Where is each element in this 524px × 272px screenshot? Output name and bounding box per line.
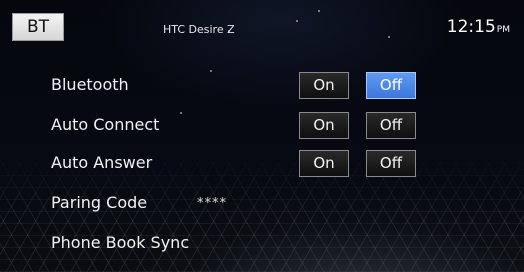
auto-answer-label: Auto Answer [51,153,153,172]
bt-tab[interactable]: BT [12,13,64,41]
phone-book-sync-item[interactable]: Phone Book Sync [51,233,189,252]
auto-answer-on-button[interactable]: On [299,150,349,177]
star-decoration [210,70,212,72]
auto-connect-on-button[interactable]: On [299,112,349,139]
star-decoration [180,112,182,114]
bluetooth-off-button[interactable]: Off [366,72,416,99]
bluetooth-on-button[interactable]: On [299,72,349,99]
bluetooth-label: Bluetooth [51,75,129,94]
pairing-code-value: **** [197,196,227,211]
clock-ampm: PM [496,25,510,35]
auto-connect-off-button[interactable]: Off [366,112,416,139]
star-decoration [296,20,298,22]
auto-answer-off-button[interactable]: Off [366,150,416,177]
clock-time: 12:15 [446,17,496,37]
auto-connect-label: Auto Connect [51,115,160,134]
star-decoration [318,10,320,12]
clock: 12:15PM [447,17,510,37]
pairing-code-label[interactable]: Paring Code [51,193,147,212]
bluetooth-settings-screen: BT HTC Desire Z 12:15PM Bluetooth On Off… [0,0,524,272]
device-name: HTC Desire Z [163,23,235,36]
star-decoration [388,36,390,38]
